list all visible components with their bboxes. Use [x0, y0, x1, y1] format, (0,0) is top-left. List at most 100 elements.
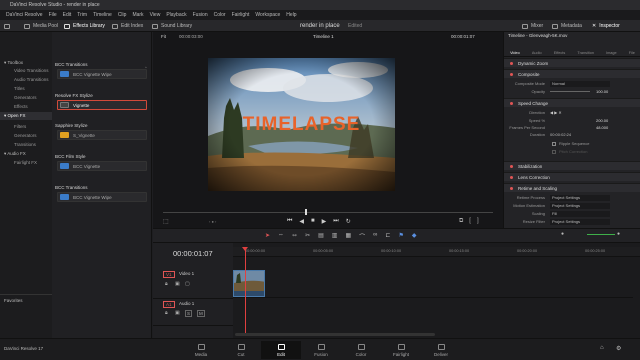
playhead[interactable] — [245, 247, 246, 335]
metadata-button[interactable]: Metadata — [552, 20, 582, 32]
trim-tool-icon[interactable]: ⇔ — [278, 232, 284, 241]
replace-icon[interactable]: ▦ — [345, 232, 351, 241]
position-lock-icon[interactable]: ⊏ — [385, 232, 390, 241]
direction-icons[interactable]: ◀ ▶ ✕ — [550, 109, 562, 116]
settings-icon[interactable]: ⚙ — [616, 345, 621, 352]
resize-select[interactable]: Project Settings — [550, 218, 610, 225]
menu-playback[interactable]: Playback — [166, 12, 186, 18]
page-deliver[interactable]: Deliver — [421, 341, 461, 359]
tab-effects[interactable]: Effects — [554, 51, 566, 55]
tree-audio-transitions[interactable]: Audio Transitions — [14, 77, 49, 82]
tree-favorites[interactable]: Favorites — [4, 298, 23, 303]
viewer-scrubber[interactable] — [163, 212, 493, 213]
menu-clip[interactable]: Clip — [118, 12, 127, 18]
enable-dot-icon[interactable] — [510, 165, 513, 168]
dynamic-trim-icon[interactable]: ⇿ — [292, 232, 297, 241]
section-retime[interactable]: Retime and Scaling — [504, 183, 640, 192]
motion-select[interactable]: Project Settings — [550, 202, 610, 209]
fit-dropdown[interactable]: Fit — [161, 34, 166, 39]
retime-process-select[interactable]: Project Settings — [550, 194, 610, 201]
pitch-checkbox[interactable] — [552, 150, 556, 154]
tab-image[interactable]: Image — [606, 51, 617, 55]
tree-ofx-transitions[interactable]: Transitions — [14, 142, 36, 147]
effect-s-vignette[interactable]: S_Vignette — [57, 130, 147, 140]
zoom-in-icon[interactable]: ● — [617, 231, 620, 237]
play-icon[interactable]: ▶ — [322, 218, 327, 225]
page-color[interactable]: Color — [341, 341, 381, 359]
lock-icon[interactable]: 🔒︎ — [165, 310, 168, 316]
mark-out-icon[interactable]: ] — [477, 218, 479, 225]
skip-end-icon[interactable]: ⏭ — [333, 218, 338, 225]
page-cut[interactable]: Cut — [221, 341, 261, 359]
page-fusion[interactable]: Fusion — [301, 341, 341, 359]
tree-titles[interactable]: Titles — [14, 86, 25, 91]
overwrite-icon[interactable]: ▥ — [332, 232, 338, 241]
menu-edit[interactable]: Edit — [63, 12, 72, 18]
section-dynamic-zoom[interactable]: Dynamic Zoom — [504, 58, 640, 67]
flag-icon[interactable]: ⚑ — [398, 232, 403, 241]
page-media[interactable]: Media — [181, 341, 221, 359]
tree-fairlight-fx[interactable]: Fairlight FX — [14, 160, 37, 165]
enable-dot-icon[interactable] — [510, 102, 513, 105]
tab-transition[interactable]: Transition — [577, 51, 594, 55]
ripple-checkbox[interactable] — [552, 142, 556, 146]
menu-file[interactable]: File — [49, 12, 57, 18]
mute-button[interactable]: M — [197, 310, 205, 317]
section-lens-correction[interactable]: Lens Correction — [504, 172, 640, 181]
tab-file[interactable]: File — [629, 51, 635, 55]
tree-effects[interactable]: Effects — [14, 104, 28, 109]
eye-icon[interactable]: ▢ — [185, 281, 190, 287]
fps-value[interactable]: 48.000 — [596, 124, 608, 131]
tree-open-fx[interactable]: ▾ Open FX — [0, 112, 52, 120]
home-icon[interactable]: ⌂ — [600, 345, 604, 351]
edit-index-button[interactable]: Edit Index — [112, 20, 143, 32]
speed-value[interactable]: 200.00 — [596, 117, 608, 124]
enable-dot-icon[interactable] — [510, 73, 513, 76]
media-pool-button[interactable]: Media Pool — [24, 20, 58, 32]
tab-video[interactable]: Video — [510, 51, 520, 55]
sound-library-button[interactable]: Sound Library — [152, 20, 192, 32]
menu-fairlight[interactable]: Fairlight — [232, 12, 250, 18]
tree-toolbox[interactable]: ▾ Toolbox — [4, 60, 23, 66]
loop-icon[interactable]: ↻ — [346, 218, 351, 225]
page-fairlight[interactable]: Fairlight — [381, 341, 421, 359]
snapping-icon[interactable]: ⌒ — [359, 232, 365, 241]
link-icon[interactable]: ∞ — [373, 232, 377, 241]
timeline-scrollbar[interactable] — [235, 333, 435, 336]
effect-bcc-vignette[interactable]: BCC Vignette — [57, 161, 147, 171]
tree-audio-fx[interactable]: ▾ Audio FX — [4, 151, 26, 157]
menu-davinci[interactable]: DaVinci Resolve — [6, 12, 43, 18]
video-clip[interactable] — [233, 270, 265, 297]
auto-select-icon[interactable]: ▣ — [175, 281, 180, 287]
scaling-select[interactable]: Fill — [550, 210, 610, 217]
stop-icon[interactable]: ■ — [311, 218, 315, 225]
viewer-mode-icon[interactable]: ⬚ — [163, 218, 169, 225]
insert-icon[interactable]: ▤ — [318, 232, 324, 241]
enable-dot-icon[interactable] — [510, 176, 513, 179]
timeline-name[interactable]: Timeline 1 — [313, 34, 334, 39]
a1-badge[interactable]: A1 — [163, 301, 175, 308]
section-speed-change[interactable]: Speed Change — [504, 98, 640, 107]
effects-library-button[interactable]: Effects Library — [64, 20, 105, 32]
solo-button[interactable]: S — [185, 310, 193, 317]
menu-fusion[interactable]: Fusion — [193, 12, 208, 18]
panel-toggle-button[interactable] — [4, 20, 10, 32]
auto-select-icon[interactable]: ▣ — [175, 310, 180, 316]
menu-mark[interactable]: Mark — [132, 12, 143, 18]
enable-dot-icon[interactable] — [510, 62, 513, 65]
blade-tool-icon[interactable]: ✂ — [305, 232, 310, 241]
match-frame-icon[interactable]: ⧉ — [459, 218, 463, 225]
tree-ofx-generators[interactable]: Generators — [14, 133, 37, 138]
scrubber-handle[interactable] — [305, 209, 307, 215]
tab-audio[interactable]: Audio — [532, 51, 542, 55]
inspector-button[interactable]: ✕ Inspector — [592, 20, 620, 32]
effect-bcc-vignette-wipe[interactable]: BCC Vignette Wipe — [57, 69, 147, 79]
marker-icon[interactable]: ◆ — [412, 232, 417, 241]
section-stabilization[interactable]: Stabilization — [504, 161, 640, 170]
enable-dot-icon[interactable] — [510, 187, 513, 190]
opacity-slider[interactable] — [550, 91, 590, 92]
menu-workspace[interactable]: Workspace — [255, 12, 280, 18]
reverse-icon[interactable]: ◀ — [299, 218, 304, 225]
playhead-handle[interactable] — [242, 247, 248, 251]
section-composite[interactable]: Composite — [504, 69, 640, 78]
